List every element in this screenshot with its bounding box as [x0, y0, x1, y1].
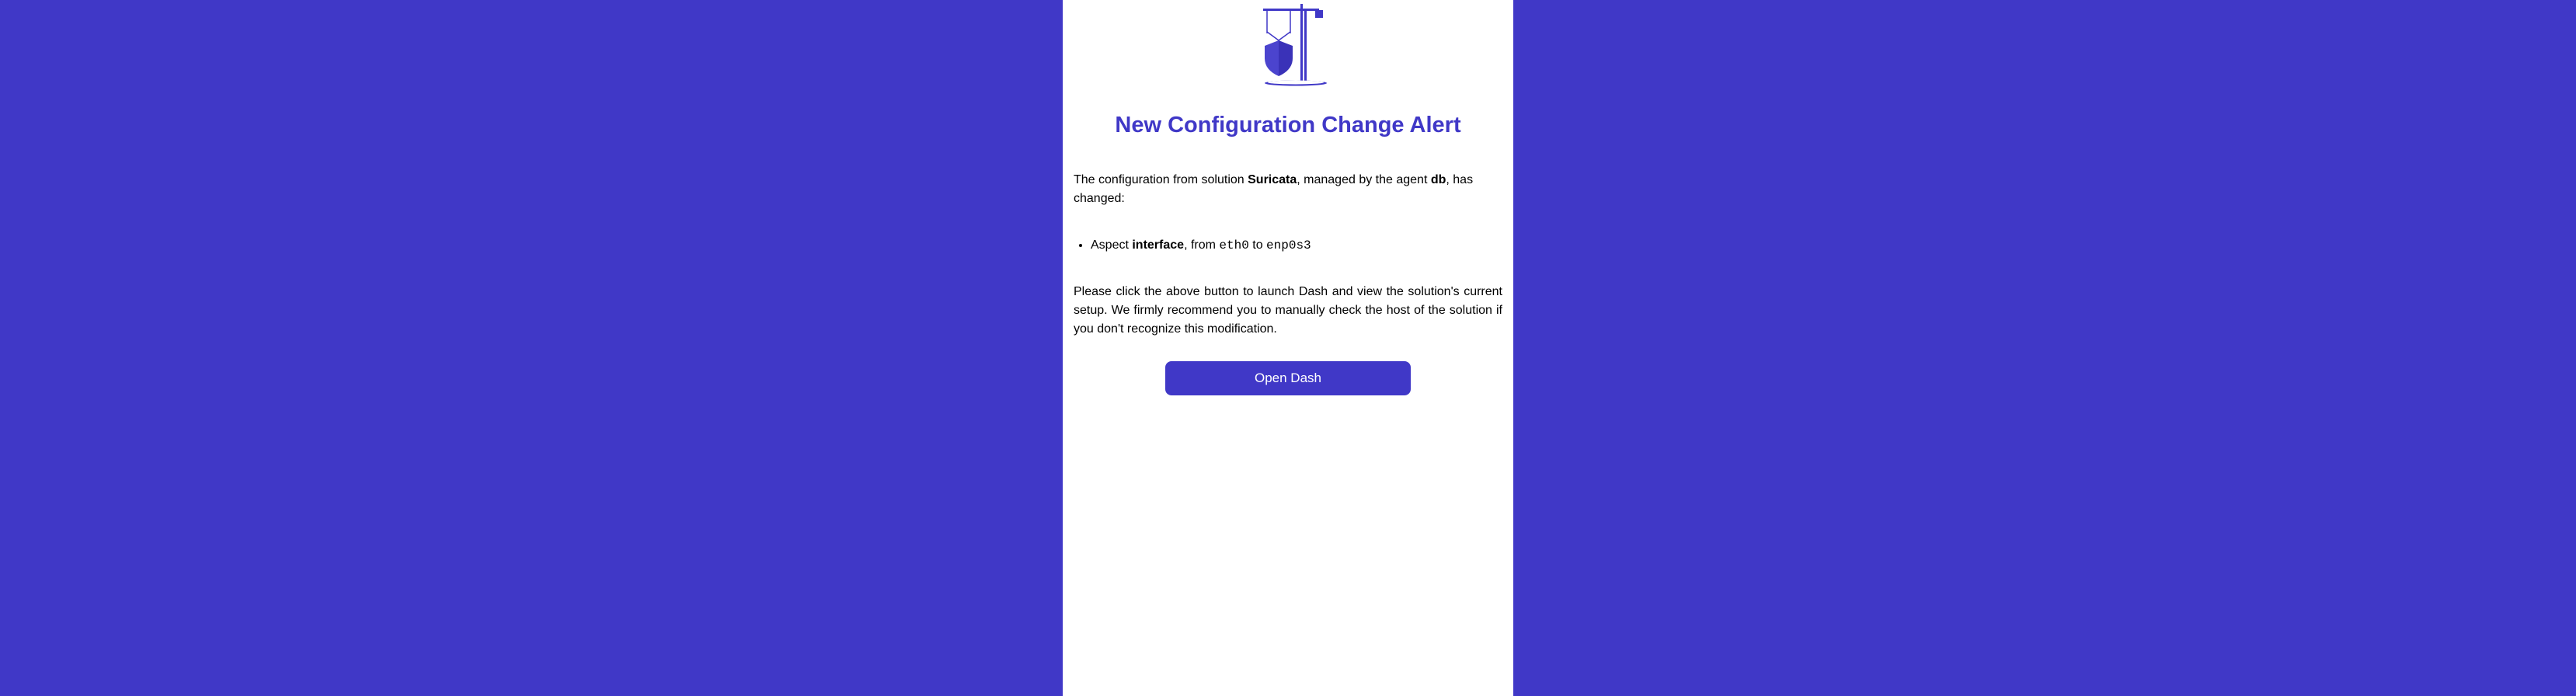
solution-name: Suricata — [1248, 173, 1297, 186]
intro-text: The configuration from solution Suricata… — [1074, 171, 1502, 208]
change-to-label: to — [1249, 238, 1266, 252]
agent-name: db — [1431, 173, 1446, 186]
alert-card: New Configuration Change Alert The confi… — [1063, 0, 1513, 696]
recommendation-text: Please click the above button to launch … — [1074, 283, 1502, 339]
open-dash-button[interactable]: Open Dash — [1165, 361, 1411, 395]
alert-title: New Configuration Change Alert — [1074, 113, 1502, 138]
changes-list: Aspect interface, from eth0 to enp0s3 — [1074, 236, 1502, 255]
intro-middle: , managed by the agent — [1297, 173, 1431, 186]
change-from-value: eth0 — [1219, 238, 1248, 252]
button-container: Open Dash — [1074, 361, 1502, 395]
crane-shield-icon — [1249, 4, 1327, 86]
change-item: Aspect interface, from eth0 to enp0s3 — [1091, 236, 1502, 255]
change-aspect: interface — [1132, 238, 1184, 252]
change-from-label: , from — [1184, 238, 1219, 252]
change-prefix: Aspect — [1091, 238, 1132, 252]
intro-prefix: The configuration from solution — [1074, 173, 1248, 186]
change-to-value: enp0s3 — [1266, 238, 1311, 252]
logo-container — [1074, 0, 1502, 86]
